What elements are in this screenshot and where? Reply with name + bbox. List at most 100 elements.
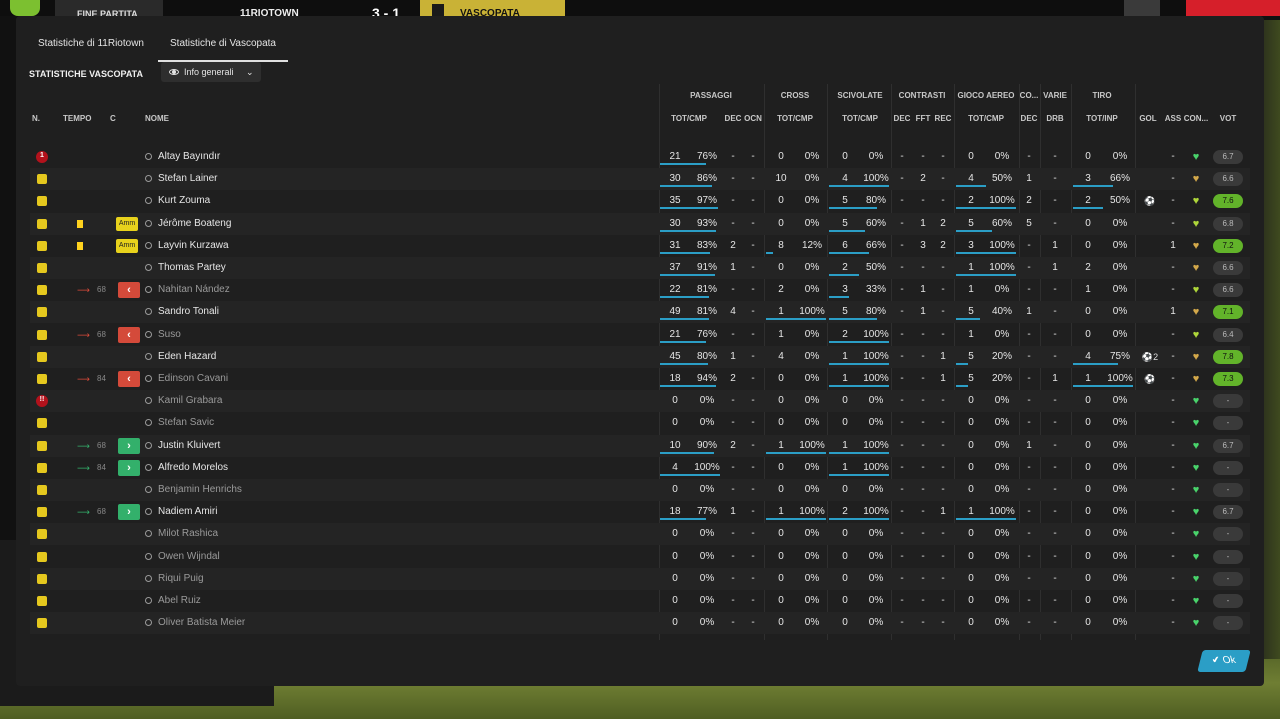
subbed-off-badge[interactable]: ‹ [118, 371, 140, 387]
player-name[interactable]: Abel Ruiz [145, 590, 201, 612]
col-header-tiro-totinp[interactable]: TOT/INP [1086, 114, 1117, 123]
table-row[interactable]: Riqui Puig 0 0% - -0 0% 0 0% - - -0 0% - -0 0% - ♥ - [30, 567, 1250, 590]
player-name[interactable]: Stefan Savic [145, 412, 214, 434]
player-name[interactable]: Layvin Kurzawa [145, 235, 229, 257]
passes-ocn: - [751, 528, 755, 540]
player-name[interactable]: Kurt Zouma [145, 190, 210, 212]
col-header-pass-totcmp[interactable]: TOT/CMP [671, 114, 707, 123]
table-row[interactable]: ⟶ 68 ‹ Suso 21 76% - -1 0% 2 100% - - -1 0% - -0 0% - ♥ 6.4 [30, 324, 1250, 346]
passes-total: 0 [672, 484, 678, 495]
scoreboard-action-button[interactable] [1186, 0, 1280, 16]
col-header-c[interactable]: C [110, 114, 116, 123]
player-name-text: Eden Hazard [158, 350, 217, 362]
subbed-off-badge[interactable]: ‹ [118, 326, 140, 343]
player-name[interactable]: Stefan Lainer [145, 168, 218, 190]
table-row[interactable]: 1 Altay Bayındır 21 76% - -0 0% 0 0% - - -0 0% - -0 0% -… [30, 146, 1250, 168]
table-row[interactable]: Eden Hazard 45 80% 1-4 0% 1 100% - -1 5 20% - -4 75% ⚽… [30, 345, 1250, 368]
col-header-aereo-totcmp[interactable]: TOT/CMP [968, 114, 1004, 123]
col-header-cross-totcmp[interactable]: TOT/CMP [777, 114, 813, 123]
view-dropdown[interactable]: Info generali ⌄ [161, 62, 261, 82]
table-row[interactable]: Sandro Tonali 49 81% 4-1 100% 5 80% -1-5 40% 1-0 0… [30, 301, 1250, 324]
player-name[interactable]: Jérôme Boateng [145, 213, 231, 235]
col-header-pass-dec[interactable]: DEC [725, 114, 742, 123]
table-row[interactable]: ⟶ 68 › Justin Kluivert 10 90% 2-1 100% 1 100% - - -0… [30, 434, 1250, 457]
subbed-off-badge[interactable]: ‹ [118, 282, 140, 299]
group-header-scivolate: SCIVOLATE [837, 91, 883, 100]
table-row[interactable]: Oliver Batista Meier 0 0% - - 0 0% 0 0% - - - 0 0% - - 0… [30, 612, 1250, 635]
shots-pct: 0% [1112, 284, 1128, 296]
shots-total: 0 [1085, 550, 1091, 562]
player-name[interactable]: Nadiem Amiri [145, 501, 217, 523]
cross-pct: 0% [804, 195, 820, 207]
table-row[interactable]: ⟶ 68 ‹ Nahitan Nández 22 81% - -2 0% 3 33% -1-1 0% - -… [30, 279, 1250, 301]
col-header-cont-fft[interactable]: FFT [916, 114, 931, 123]
player-name[interactable]: Milot Rashica [145, 523, 218, 545]
col-header-cont-rec[interactable]: REC [935, 114, 952, 123]
table-row[interactable]: Benjamin Henrichs 0 0% - - 0 0% 0 0% - - - 0 0% - - 0 0% -… [30, 479, 1250, 501]
passes-ocn: - [751, 373, 755, 384]
table-row[interactable]: Kurt Zouma 35 97% - -0 0% 5 80% - - -2 100% 2-2 50% ⚽ -… [30, 190, 1250, 212]
player-name[interactable]: Sandro Tonali [145, 301, 219, 323]
shirt-icon [37, 507, 47, 518]
col-header-nome[interactable]: NOME [145, 114, 169, 123]
table-row[interactable]: Stefan Savic 0 0% - -0 0% 0 0% - - -0 0% - -0 0% - ♥ - [30, 412, 1250, 434]
player-name[interactable]: Thomas Partey [145, 257, 226, 279]
col-header-co-dec[interactable]: DEC [1021, 114, 1038, 123]
player-name[interactable]: Suso [145, 324, 181, 346]
sub-in-icon: ⟶ [77, 440, 90, 451]
table-row[interactable]: ⟶ 84 › Alfredo Morelos 4 100% - -0 0% 1 100% - - -0 0%… [30, 457, 1250, 479]
ok-button[interactable]: ✔ Ok [1197, 650, 1251, 672]
shirt-icon [37, 440, 47, 451]
col-header-vot[interactable]: VOT [1220, 114, 1236, 123]
player-name[interactable]: Alfredo Morelos [145, 457, 228, 479]
player-name[interactable]: Benjamin Henrichs [145, 479, 242, 501]
player-name[interactable]: Altay Bayındır [145, 146, 220, 168]
player-name[interactable]: Kamil Grabara [145, 390, 222, 412]
table-row[interactable]: Amm Jérôme Boateng 30 93% - -0 0% 5 60% -1 2 5 60% 5-… [30, 212, 1250, 235]
varie-drb: - [1053, 439, 1057, 451]
player-name[interactable]: Riqui Puig [145, 568, 204, 590]
tab-home-stats[interactable]: Statistiche di 11Riotown [26, 34, 156, 60]
subbed-on-badge[interactable]: › [118, 504, 140, 521]
shirt-icon [37, 196, 47, 207]
table-row[interactable]: Milot Rashica 0 0% - -0 0% 0 0% - - -0 0% - -0 0% - ♥ - [30, 523, 1250, 546]
player-name[interactable]: Oliver Batista Meier [145, 612, 245, 634]
subbed-on-badge[interactable]: › [118, 459, 140, 476]
col-header-pass-ocn[interactable]: OCN [744, 114, 762, 123]
varie-drb: 1 [1052, 262, 1058, 273]
table-row[interactable]: Owen Wijndal 0 0% - -0 0% 0 0% - - -0 0% - -0 0% - ♥ - [30, 546, 1250, 568]
table-row[interactable]: !! Kamil Grabara 0 0% - -0 0% 0 0% - - -0 0% - -0 0% - ♥ - [30, 390, 1250, 413]
competition-logo-icon [10, 0, 40, 16]
col-header-cont-dec[interactable]: DEC [894, 114, 911, 123]
table-row[interactable]: Amm Layvin Kurzawa 31 83% 2-8 12% 6 66% -3 2 3 100%… [30, 235, 1250, 257]
col-header-number[interactable]: N. [32, 114, 40, 123]
table-row[interactable]: ⟶ 68 › Nadiem Amiri 18 77% 1-1 100% 2 100% - -1 1 100… [30, 501, 1250, 523]
col-header-varie-drb[interactable]: DRB [1046, 114, 1063, 123]
subbed-on-badge[interactable]: › [118, 437, 140, 454]
table-row[interactable]: ⟶ 84 ‹ Edinson Cavani 18 94% 2-0 0% 1 100% - -1 5 20%… [30, 368, 1250, 390]
table-row[interactable]: Stefan Lainer 30 86% - -10 0% 4 100% -2-4 50% 1-3 6… [30, 168, 1250, 191]
cross-total: 0 [778, 373, 784, 384]
col-header-tempo[interactable]: TEMPO [63, 114, 91, 123]
person-icon [145, 530, 152, 538]
shots-bar [1073, 362, 1118, 365]
tab-away-stats[interactable]: Statistiche di Vascopata [158, 34, 288, 62]
col-header-gol[interactable]: GOL [1139, 114, 1156, 123]
player-name[interactable]: Nahitan Nández [145, 279, 230, 301]
col-header-sciv-totcmp[interactable]: TOT/CMP [842, 114, 878, 123]
person-icon [145, 619, 152, 627]
player-name[interactable]: Justin Kluivert [145, 435, 220, 457]
passes-pct: 0% [699, 417, 715, 429]
table-row[interactable]: Thomas Partey 37 91% 1-0 0% 2 50% - - -1 100% -1 2 0%… [30, 257, 1250, 279]
aerial-bar [956, 518, 1016, 521]
player-name[interactable]: Edinson Cavani [145, 368, 228, 390]
col-header-ass[interactable]: ASS [1165, 114, 1181, 123]
passes-pct: 0% [699, 550, 715, 562]
player-name[interactable]: Owen Wijndal [145, 546, 220, 568]
passes-pct: 0% [699, 617, 715, 629]
col-header-con[interactable]: CON... [1184, 114, 1208, 123]
passes-dec: 2 [730, 239, 736, 251]
scoreboard-control[interactable] [1124, 0, 1160, 16]
player-name[interactable]: Eden Hazard [145, 346, 216, 368]
table-row[interactable]: Abel Ruiz 0 0% - - 0 0% 0 0% - - - 0 0% - - 0 0% - ♥ - [30, 590, 1250, 612]
